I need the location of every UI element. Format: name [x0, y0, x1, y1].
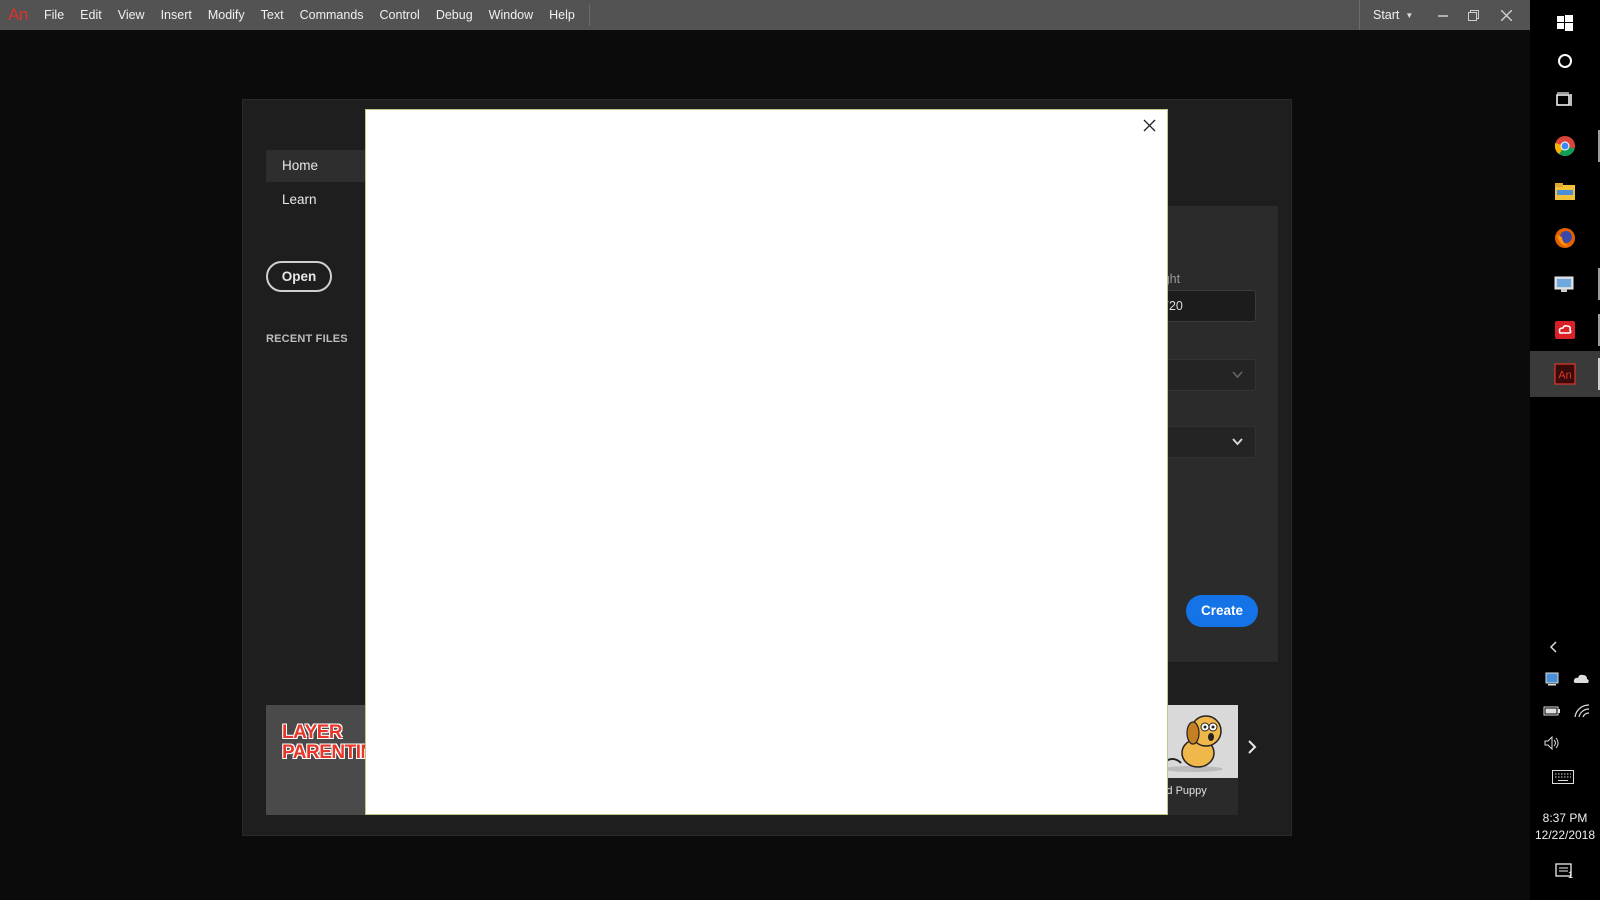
- menu-divider: [588, 4, 590, 26]
- menu-bar: An File Edit View Insert Modify Text Com…: [0, 0, 1530, 30]
- caret-down-icon: ▼: [1405, 10, 1414, 20]
- volume-button[interactable]: [1541, 733, 1563, 753]
- menu-text[interactable]: Text: [253, 0, 292, 30]
- cortana-circle-icon: [1558, 54, 1572, 68]
- menu-edit[interactable]: Edit: [72, 0, 110, 30]
- creative-cloud-taskbar-button[interactable]: [1530, 307, 1600, 353]
- clock-date[interactable]: 12/22/2018: [1530, 828, 1600, 842]
- chevron-right-icon: [1248, 740, 1257, 754]
- thumbnail-banner: LAYER PARENTIN: [282, 722, 366, 763]
- task-view-icon: [1556, 92, 1572, 106]
- open-button[interactable]: Open: [266, 261, 332, 292]
- close-window-button[interactable]: [1488, 0, 1524, 30]
- menu-window[interactable]: Window: [481, 0, 541, 30]
- notification-count-badge: 1: [1568, 870, 1574, 880]
- layer-parenting-thumbnail[interactable]: LAYER PARENTIN: [266, 705, 366, 815]
- chevron-down-icon: [1232, 368, 1243, 382]
- chevron-left-icon: [1549, 641, 1557, 653]
- menu-insert[interactable]: Insert: [153, 0, 200, 30]
- battery-button[interactable]: [1541, 701, 1563, 721]
- touch-keyboard-button[interactable]: [1552, 767, 1574, 787]
- carousel-next-button[interactable]: [1247, 740, 1257, 759]
- onedrive-button[interactable]: [1571, 669, 1593, 689]
- battery-icon: [1543, 706, 1560, 716]
- menu-file[interactable]: File: [36, 0, 72, 30]
- menu-control[interactable]: Control: [372, 0, 428, 30]
- folder-icon: [1555, 183, 1575, 200]
- menu-help[interactable]: Help: [541, 0, 583, 30]
- creative-cloud-icon: [1555, 321, 1575, 339]
- menu-debug[interactable]: Debug: [428, 0, 481, 30]
- restore-icon: [1467, 9, 1479, 21]
- menu-view[interactable]: View: [110, 0, 153, 30]
- speaker-icon: [1544, 736, 1559, 750]
- network-button[interactable]: [1571, 701, 1593, 721]
- show-hidden-icons-button[interactable]: [1542, 637, 1564, 657]
- remote-desktop-taskbar-button[interactable]: [1530, 261, 1600, 307]
- action-center-button[interactable]: 1: [1554, 862, 1576, 882]
- windows-taskbar: An 8:37 PM 12/22/2018 1: [1530, 0, 1600, 900]
- remote-desktop-icon: [1554, 276, 1574, 292]
- blank-dialog: [365, 109, 1168, 815]
- animate-logo: An: [8, 5, 28, 24]
- height-input[interactable]: 720: [1153, 290, 1256, 322]
- menu-commands[interactable]: Commands: [292, 0, 372, 30]
- chrome-icon: [1554, 136, 1575, 157]
- chevron-down-icon: [1232, 435, 1243, 449]
- windows-logo-icon: [1557, 15, 1573, 31]
- svg-text:An: An: [1558, 370, 1571, 382]
- create-button[interactable]: Create: [1186, 595, 1258, 627]
- recent-files-heading: RECENT FILES: [266, 333, 348, 345]
- wifi-icon: [1574, 704, 1590, 718]
- minimize-button[interactable]: [1428, 0, 1458, 30]
- animate-taskbar-button[interactable]: An: [1530, 351, 1600, 397]
- clock-time[interactable]: 8:37 PM: [1530, 811, 1600, 825]
- minimize-icon: [1438, 15, 1448, 17]
- workspace-label: Start: [1373, 8, 1400, 22]
- units-dropdown[interactable]: [1153, 359, 1256, 391]
- firefox-icon: [1555, 228, 1575, 248]
- animate-app-icon: An: [1554, 363, 1576, 385]
- close-icon: [1143, 119, 1155, 131]
- menu-modify[interactable]: Modify: [200, 0, 253, 30]
- cloud-sync-icon: [1573, 674, 1589, 683]
- task-view-button[interactable]: [1530, 77, 1600, 123]
- firefox-taskbar-button[interactable]: [1530, 215, 1600, 261]
- close-icon: [1500, 9, 1512, 21]
- workspace-switcher[interactable]: Start ▼: [1359, 0, 1417, 30]
- file-explorer-taskbar-button[interactable]: [1530, 169, 1600, 215]
- keyboard-icon: [1552, 770, 1574, 784]
- restore-button[interactable]: [1458, 0, 1488, 30]
- chrome-taskbar-button[interactable]: [1530, 123, 1600, 169]
- dialog-close-button[interactable]: [1139, 115, 1159, 135]
- tray-monitor-icon: [1545, 672, 1559, 686]
- tray-app-button[interactable]: [1541, 669, 1563, 689]
- platform-dropdown[interactable]: [1153, 426, 1256, 458]
